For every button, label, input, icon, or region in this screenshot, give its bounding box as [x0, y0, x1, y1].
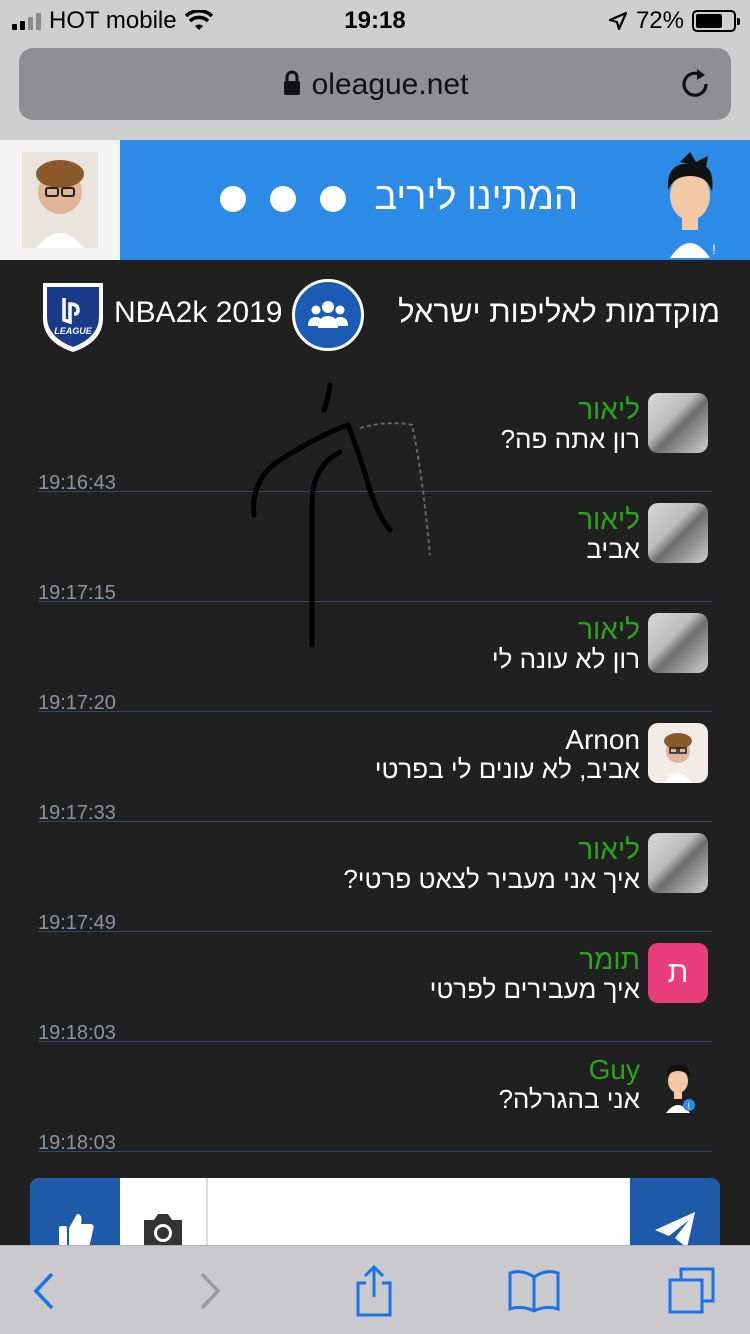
book-icon: [508, 1270, 560, 1313]
message-timestamp: 19:18:03: [38, 1132, 116, 1154]
default-avatar-icon: !: [667, 152, 716, 258]
chevron-left-icon: [33, 1272, 54, 1310]
address-bar[interactable]: oleague.net: [19, 48, 731, 120]
tabs-button[interactable]: [662, 1264, 722, 1318]
share-icon: [356, 1265, 392, 1317]
message-author[interactable]: Arnon: [565, 724, 640, 756]
reload-icon[interactable]: [677, 66, 713, 102]
waiting-dots: [220, 186, 346, 212]
waiting-label: המתינו ליריב: [374, 176, 578, 218]
camera-button[interactable]: [120, 1178, 208, 1248]
group-chat-icon[interactable]: [292, 279, 364, 351]
league-logo[interactable]: LEAGUE: [40, 280, 106, 354]
message-author[interactable]: תומר: [579, 944, 640, 976]
message-text: אביב: [586, 534, 640, 564]
chat-message: ליאור איך אני מעביר לצאט פרטי?: [38, 822, 712, 932]
self-avatar[interactable]: !: [650, 150, 730, 258]
default-avatar-icon: !: [666, 1064, 695, 1113]
match-banner: המתינו ליריב !: [0, 140, 750, 260]
user-avatar[interactable]: !: [648, 1053, 708, 1113]
user-photo-icon: [664, 733, 692, 783]
user-avatar[interactable]: [648, 613, 708, 673]
message-author[interactable]: Guy: [589, 1054, 640, 1086]
bookmarks-button[interactable]: [504, 1264, 564, 1318]
share-button[interactable]: [344, 1264, 404, 1318]
message-text: אני בהגרלה?: [498, 1084, 640, 1114]
user-avatar[interactable]: [648, 503, 708, 563]
user-avatar[interactable]: [648, 833, 708, 893]
send-button[interactable]: [630, 1178, 720, 1248]
message-author[interactable]: ליאור: [578, 504, 640, 536]
chat-message: ליאור אביב: [38, 492, 712, 602]
message-text: אביב, לא עונים לי בפרטי: [374, 754, 640, 784]
league-logo-text: LEAGUE: [54, 326, 93, 336]
status-right: 72%: [608, 7, 740, 35]
message-text: רון לא עונה לי: [491, 644, 640, 674]
battery-icon: [692, 10, 740, 32]
battery-fill: [696, 14, 722, 28]
back-button[interactable]: [14, 1264, 74, 1318]
url-display[interactable]: oleague.net: [19, 68, 731, 102]
user-avatar[interactable]: ת: [648, 943, 708, 1003]
league-header: LEAGUE NBA2k 2019 מוקדמות לאליפות ישראל: [0, 260, 750, 370]
forward-button[interactable]: [180, 1264, 240, 1318]
paper-plane-icon: [655, 1212, 695, 1248]
game-title: NBA2k 2019: [114, 296, 282, 329]
url-text: oleague.net: [311, 68, 469, 101]
user-avatar[interactable]: [648, 723, 708, 783]
like-button[interactable]: [30, 1178, 120, 1248]
browser-toolbar: [0, 1245, 750, 1334]
message-text: איך מעבירים לפרטי: [429, 974, 640, 1004]
composer: [30, 1178, 720, 1248]
tabs-icon: [668, 1267, 715, 1314]
location-arrow-icon: [608, 11, 628, 31]
league-name: מוקדמות לאליפות ישראל: [398, 294, 720, 329]
chat-message: ליאור רון לא עונה לי: [38, 602, 712, 712]
chevron-right-icon: [200, 1272, 221, 1310]
battery-percent: 72%: [635, 7, 684, 34]
chat-message: Arnon אביב, לא עונים לי בפרטי: [38, 712, 712, 822]
chat-message: ליאור רון אתה פה?: [38, 382, 712, 492]
message-author[interactable]: ליאור: [578, 834, 640, 866]
camera-icon: [144, 1214, 182, 1248]
message-author[interactable]: ליאור: [578, 614, 640, 646]
browser-chrome: oleague.net: [0, 40, 750, 140]
message-input[interactable]: [210, 1178, 630, 1248]
user-photo-icon: [22, 152, 98, 248]
status-bar: HOT mobile 19:18 72%: [0, 0, 750, 40]
chat-message: ! Guy אני בהגרלה?: [38, 1042, 712, 1152]
svg-text:!: !: [688, 1101, 691, 1111]
message-text: רון אתה פה?: [500, 424, 640, 454]
chat-message: ת תומר איך מעבירים לפרטי: [38, 932, 712, 1042]
opponent-avatar[interactable]: [0, 140, 120, 260]
message-text: איך אני מעביר לצאט פרטי?: [343, 864, 640, 894]
thumbs-up-icon: [59, 1214, 94, 1248]
user-avatar[interactable]: [648, 393, 708, 453]
svg-text:!: !: [712, 241, 716, 257]
message-author[interactable]: ליאור: [578, 394, 640, 426]
lock-icon: [283, 70, 300, 95]
